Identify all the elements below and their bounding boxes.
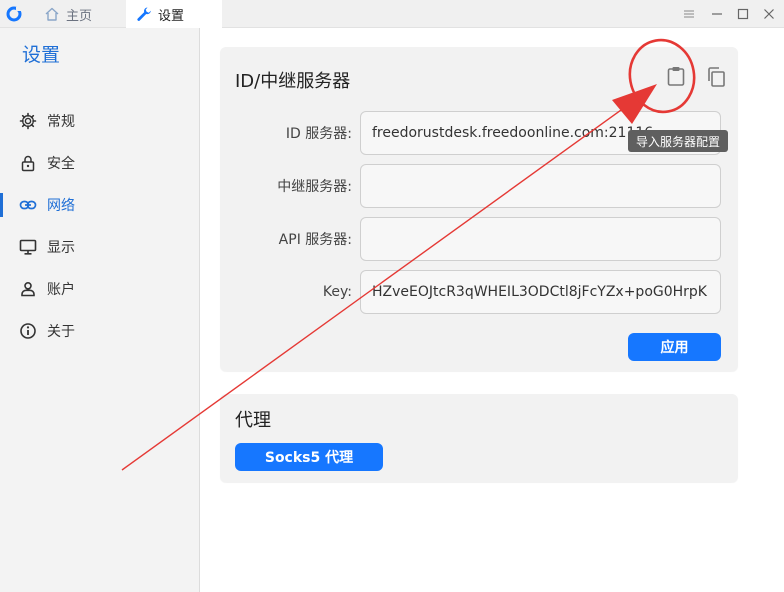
sidebar: 设置 常规 安全 网络 显示 账户 关于 xyxy=(0,28,200,592)
close-icon xyxy=(764,9,774,19)
apply-button[interactable]: 应用 xyxy=(628,333,721,361)
minimize-button[interactable] xyxy=(704,0,730,28)
close-button[interactable] xyxy=(756,0,782,28)
relay-server-input[interactable] xyxy=(360,164,721,208)
key-label: Key: xyxy=(322,284,352,300)
gear-icon xyxy=(19,112,37,130)
maximize-button[interactable] xyxy=(730,0,756,28)
api-server-label: API 服务器: xyxy=(278,232,352,248)
relay-server-label: 中继服务器: xyxy=(277,179,352,195)
sidebar-item-label: 安全 xyxy=(47,156,75,172)
sidebar-item-label: 常规 xyxy=(47,114,75,130)
sidebar-item-label: 显示 xyxy=(47,240,75,256)
sidebar-item-account[interactable]: 账户 xyxy=(0,268,200,310)
sidebar-item-security[interactable]: 安全 xyxy=(0,142,200,184)
tab-home-label: 主页 xyxy=(66,8,93,24)
monitor-icon xyxy=(19,239,37,255)
import-config-button[interactable] xyxy=(664,64,688,88)
clipboard-icon xyxy=(667,67,685,86)
sidebar-item-label: 关于 xyxy=(47,324,75,340)
api-server-row: API 服务器: xyxy=(220,217,738,261)
sidebar-item-about[interactable]: 关于 xyxy=(0,310,200,352)
proxy-settings-card: 代理 Socks5 代理 xyxy=(220,394,738,482)
key-input[interactable]: HZveEOJtcR3qWHEIL3ODCtl8jFcYZx+poG0HrpK xyxy=(360,270,721,314)
server-card-title: ID/中继服务器 xyxy=(235,71,351,92)
link-icon xyxy=(19,200,37,210)
lock-icon xyxy=(21,155,35,172)
copy-icon xyxy=(708,67,725,87)
id-server-label: ID 服务器: xyxy=(285,126,352,142)
sidebar-item-general[interactable]: 常规 xyxy=(0,100,200,142)
menu-button[interactable] xyxy=(676,0,702,28)
tab-settings[interactable]: 设置 xyxy=(126,0,222,28)
import-config-tooltip: 导入服务器配置 xyxy=(628,130,728,152)
sidebar-item-label: 账户 xyxy=(47,282,75,298)
person-icon xyxy=(21,282,35,297)
relay-server-row: 中继服务器: xyxy=(220,164,738,208)
minimize-icon xyxy=(712,13,722,15)
sidebar-title: 设置 xyxy=(22,44,61,66)
socks5-proxy-button[interactable]: Socks5 代理 xyxy=(235,443,383,471)
api-server-input[interactable] xyxy=(360,217,721,261)
key-row: Key: HZveEOJtcR3qWHEIL3ODCtl8jFcYZx+poG0… xyxy=(220,270,738,314)
sidebar-item-network[interactable]: 网络 xyxy=(0,184,200,226)
sidebar-nav: 常规 安全 网络 显示 账户 关于 xyxy=(0,100,200,352)
home-icon xyxy=(45,7,59,21)
proxy-card-title: 代理 xyxy=(235,410,271,431)
app-logo-icon xyxy=(6,6,22,22)
info-icon xyxy=(20,323,36,339)
export-config-button[interactable] xyxy=(704,65,728,89)
server-settings-card: ID/中继服务器 ID 服务器: freedorustdesk.freedoon… xyxy=(220,47,738,371)
sidebar-item-display[interactable]: 显示 xyxy=(0,226,200,268)
tab-home[interactable]: 主页 xyxy=(36,0,124,28)
title-bar: 主页 设置 xyxy=(0,0,784,28)
tab-settings-label: 设置 xyxy=(158,8,185,24)
main-content: ID/中继服务器 ID 服务器: freedorustdesk.freedoon… xyxy=(201,28,784,592)
maximize-icon xyxy=(737,8,749,20)
wrench-icon xyxy=(137,7,151,21)
hamburger-icon xyxy=(684,10,694,18)
sidebar-item-label: 网络 xyxy=(47,198,75,214)
